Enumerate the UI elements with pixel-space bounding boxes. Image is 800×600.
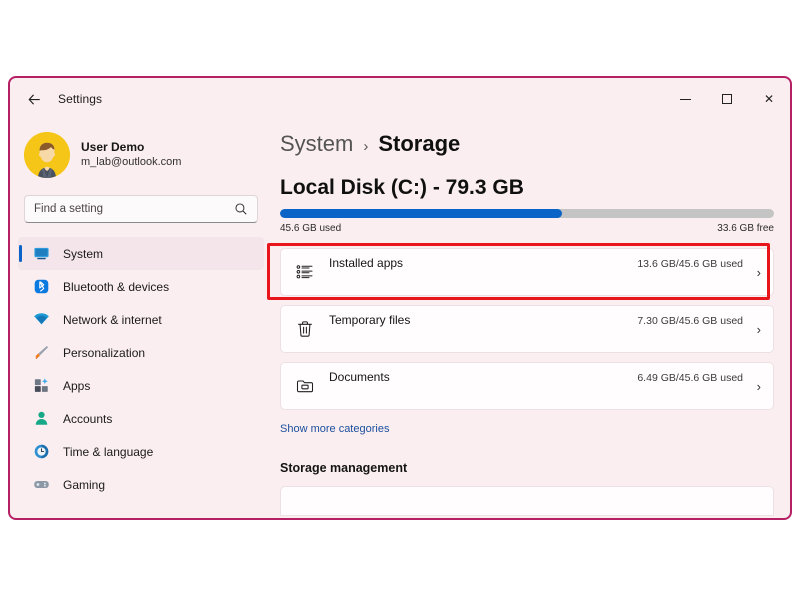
card-title: Temporary files [329, 313, 411, 327]
disk-title: Local Disk (C:) - 79.3 GB [280, 176, 524, 199]
back-button[interactable] [18, 83, 50, 115]
sidebar-item-accounts[interactable]: Accounts [18, 402, 264, 435]
account-text: User Demo m_lab@outlook.com [81, 140, 181, 170]
sidebar: User Demo m_lab@outlook.com Find a setti… [10, 120, 272, 518]
search-icon [235, 203, 247, 215]
window-controls: ✕ [664, 78, 790, 120]
disk-free-label: 33.6 GB free [717, 223, 774, 234]
monitor-icon [32, 245, 50, 263]
breadcrumb-system[interactable]: System [280, 131, 353, 157]
sidebar-item-bluetooth-devices[interactable]: Bluetooth & devices [18, 270, 264, 303]
search-input[interactable] [34, 203, 234, 215]
app-title: Settings [58, 92, 103, 106]
disk-usage-fill [280, 209, 562, 218]
sidebar-item-label: Accounts [63, 411, 113, 426]
user-avatar-icon [24, 132, 70, 178]
apps-grid-icon [32, 377, 50, 395]
sidebar-item-label: Apps [63, 378, 91, 393]
account-block[interactable]: User Demo m_lab@outlook.com [24, 132, 272, 178]
storage-management-heading: Storage management [280, 461, 408, 475]
card-usage: 13.6 GB/45.6 GB used [637, 258, 743, 270]
settings-window: Settings ✕ User Demo m_lab@outlook.com F… [8, 76, 792, 520]
disk-legend: 45.6 GB used 33.6 GB free [280, 223, 774, 234]
chevron-right-icon[interactable]: › [743, 322, 761, 337]
card-usage: 7.30 GB/45.6 GB used [637, 315, 743, 327]
sidebar-item-label: Gaming [63, 477, 106, 492]
window-body: User Demo m_lab@outlook.com Find a setti… [10, 120, 790, 518]
chevron-right-icon[interactable]: › [743, 379, 761, 394]
minimize-button[interactable] [664, 78, 706, 120]
show-more-categories-link[interactable]: Show more categories [280, 423, 389, 435]
sidebar-item-label: Bluetooth & devices [63, 279, 170, 294]
account-name: User Demo [81, 140, 145, 154]
search-box[interactable] [24, 195, 258, 223]
card-content: Temporary files 7.30 GB/45.6 GB used [329, 313, 743, 345]
sidebar-item-time-language[interactable]: Time & language [18, 435, 264, 468]
account-email: m_lab@outlook.com [81, 156, 182, 168]
card-title: Installed apps [329, 256, 404, 270]
card-content: Documents 6.49 GB/45.6 GB used [329, 370, 743, 402]
bulleted-list-icon [294, 261, 316, 283]
card-usage: 6.49 GB/45.6 GB used [637, 372, 743, 384]
breadcrumb-storage: Storage [378, 131, 461, 156]
storage-category-list: Installed apps 13.6 GB/45.6 GB used › Te… [280, 248, 774, 410]
card-header-row: Installed apps 13.6 GB/45.6 GB used [329, 256, 743, 270]
card-title: Documents [329, 370, 390, 384]
bluetooth-icon [32, 278, 50, 296]
storage-card-documents[interactable]: Documents 6.49 GB/45.6 GB used › [280, 362, 774, 410]
sidebar-item-gaming[interactable]: Gaming [18, 468, 264, 501]
sidebar-item-personalization[interactable]: Personalization [18, 336, 264, 369]
card-header-row: Temporary files 7.30 GB/45.6 GB used [329, 313, 743, 327]
breadcrumb: System › Storage [280, 131, 774, 157]
storage-card-installed-apps[interactable]: Installed apps 13.6 GB/45.6 GB used › [280, 248, 774, 296]
sidebar-nav: System Bluetooth & devices Network & int… [10, 237, 272, 501]
breadcrumb-separator-icon: › [363, 138, 369, 155]
folder-icon [294, 375, 316, 397]
close-button[interactable]: ✕ [748, 78, 790, 120]
wifi-icon [32, 311, 50, 329]
sidebar-item-label: Personalization [63, 345, 146, 360]
minimize-icon [679, 98, 691, 100]
person-icon [32, 410, 50, 428]
paintbrush-icon [32, 344, 50, 362]
sidebar-item-label: Network & internet [63, 312, 162, 327]
sidebar-item-label: System [63, 246, 104, 261]
sidebar-item-apps[interactable]: Apps [18, 369, 264, 402]
gamepad-icon [32, 476, 50, 494]
card-header-row: Documents 6.49 GB/45.6 GB used [329, 370, 743, 384]
disk-usage-bar [280, 209, 774, 218]
clock-icon [32, 443, 50, 461]
chevron-right-icon[interactable]: › [743, 265, 761, 280]
close-icon: ✕ [763, 92, 775, 106]
storage-card-temporary-files[interactable]: Temporary files 7.30 GB/45.6 GB used › [280, 305, 774, 353]
disk-used-label: 45.6 GB used [280, 223, 342, 234]
main-content: System › Storage Local Disk (C:) - 79.3 … [272, 120, 790, 518]
sidebar-item-system[interactable]: System [18, 237, 264, 270]
card-content: Installed apps 13.6 GB/45.6 GB used [329, 256, 743, 288]
storage-management-card[interactable] [280, 486, 774, 516]
sidebar-item-label: Time & language [63, 444, 154, 459]
trash-can-icon [294, 318, 316, 340]
title-bar: Settings ✕ [10, 78, 790, 120]
back-arrow-icon [27, 93, 40, 105]
maximize-icon [722, 94, 732, 104]
sidebar-item-network-internet[interactable]: Network & internet [18, 303, 264, 336]
maximize-button[interactable] [706, 78, 748, 120]
